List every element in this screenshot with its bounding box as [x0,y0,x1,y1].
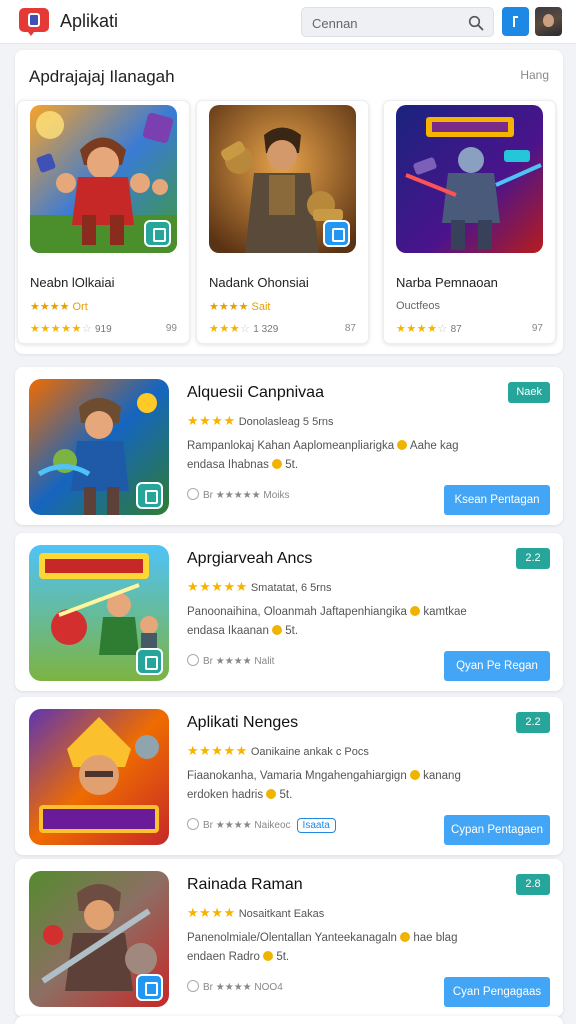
app-name: Aprgiarveah Ancs [187,550,313,567]
featured-card[interactable]: Narba Pemnaoan Ouctfeos ★★★★☆ 87 97 [383,100,556,344]
list-item[interactable]: Aprgiarveah Ancs ★★★★★ Smatatat, 6 5rns … [15,533,563,691]
install-button[interactable]: Cypan Pentagaen [444,815,550,845]
coin-icon [272,625,283,635]
search-input[interactable] [312,13,462,33]
app-description: Panenolmiale/Olentallan Yanteekanagaln h… [187,932,458,963]
app-name: Alquesii Canpnivaa [187,384,324,401]
download-icon [187,654,199,666]
list-item[interactable]: Rainada Raman ★★★★ Nosaitkant Eakas Pane… [15,859,563,1017]
app-name: Nadank Ohonsiai [209,275,309,290]
see-all-link[interactable]: Hang [520,68,549,82]
app-badge-icon [136,482,163,509]
app-subtitle: ★★★★ Ort [30,301,88,313]
app-name: Narba Pemnaoan [396,275,498,290]
game-thumbnail[interactable] [29,379,169,515]
app-description: Fiaanokanha, Vamaria Mngahengahiargign k… [187,770,461,801]
app-stats: Br ★★★★ NOO4 [187,980,283,993]
app-meta: ★★★★ Nosaitkant Eakas [187,905,325,920]
feature-badge: Isaata [296,818,336,833]
app-name: Neabn lOlkaiai [30,275,115,290]
top-bar: Aplikati [0,0,576,44]
app-stats: Br ★★★★ Nalit [187,654,274,667]
game-thumbnail[interactable] [396,105,543,253]
avatar[interactable] [535,7,562,36]
coin-icon [410,606,421,616]
version-badge: 2.2 [516,548,550,569]
notification-button[interactable] [502,7,529,36]
install-button[interactable]: Cyan Pengagaas [444,977,550,1007]
app-badge-icon [144,220,171,247]
bell-icon [513,16,518,27]
version-badge: 2.2 [516,712,550,733]
download-icon [187,488,199,500]
coin-icon [409,770,420,780]
status-badge: Naek [508,382,550,403]
app-stats: Br ★★★★★ Moiks [187,488,290,501]
app-meta: ★★★★★ Oanikaine ankak c Pocs [187,743,369,758]
list-item[interactable]: Aplikati Nenges ★★★★★ Oanikaine ankak c … [15,697,563,855]
rating: ★★★★☆ 87 [396,323,462,335]
install-button[interactable]: Qyan Pe Regan [444,651,550,681]
game-thumbnail[interactable] [29,545,169,681]
app-meta: ★★★★ Donolasleag 5 5rns [187,413,334,428]
coin-icon [266,789,277,799]
search-icon[interactable] [468,15,484,31]
install-button[interactable]: Ksean Pentagan [444,485,550,515]
download-icon [187,818,199,830]
app-name: Rainada Raman [187,876,303,893]
list-item[interactable]: Alquesii Canpnivaa ★★★★ Donolasleag 5 5r… [15,367,563,525]
app-subtitle: Ouctfeos [396,300,441,312]
coin-icon [400,932,411,942]
rating: ★★★★★☆ 919 [30,323,112,335]
app-title: Aplikati [60,11,119,31]
download-icon [187,980,199,992]
coin-icon [263,951,274,961]
game-thumbnail[interactable] [30,105,177,253]
review-count: 97 [531,323,543,334]
app-description: Panoonaihina, Oloanmah Jaftapenhiangika … [187,606,467,637]
version-badge: 2.8 [516,874,550,895]
featured-section: Apdrajajaj Ilanagah Hang Neabn lOlkaiai … [15,50,563,354]
app-meta: ★★★★★ Smatatat, 6 5rns [187,579,332,594]
featured-card[interactable]: Nadank Ohonsiai ★★★★ Sait ★★★☆ 1 329 87 [196,100,369,344]
app-subtitle: ★★★★ Sait [209,301,271,313]
game-thumbnail[interactable] [29,871,169,1007]
review-count: 99 [165,323,177,334]
section-title: Apdrajajaj Ilanagah [29,67,175,86]
search-box[interactable] [301,7,494,37]
game-thumbnail[interactable] [209,105,356,253]
app-logo-icon[interactable] [19,8,49,36]
app-name: Aplikati Nenges [187,714,299,731]
app-stats: Br ★★★★ Naikeoc Isaata [187,818,336,833]
app-description: Rampanlokaj Kahan Aaplomeanpliarigka Aah… [187,440,459,471]
featured-card[interactable]: Neabn lOlkaiai ★★★★ Ort ★★★★★☆ 919 99 [17,100,190,344]
game-thumbnail[interactable] [29,709,169,845]
next-list-item [15,1016,563,1024]
coin-icon [272,459,283,469]
app-badge-icon [323,220,350,247]
app-badge-icon [136,648,163,675]
rating: ★★★☆ 1 329 [209,323,279,335]
coin-icon [397,440,408,450]
review-count: 87 [344,323,356,334]
app-badge-icon [136,974,163,1001]
